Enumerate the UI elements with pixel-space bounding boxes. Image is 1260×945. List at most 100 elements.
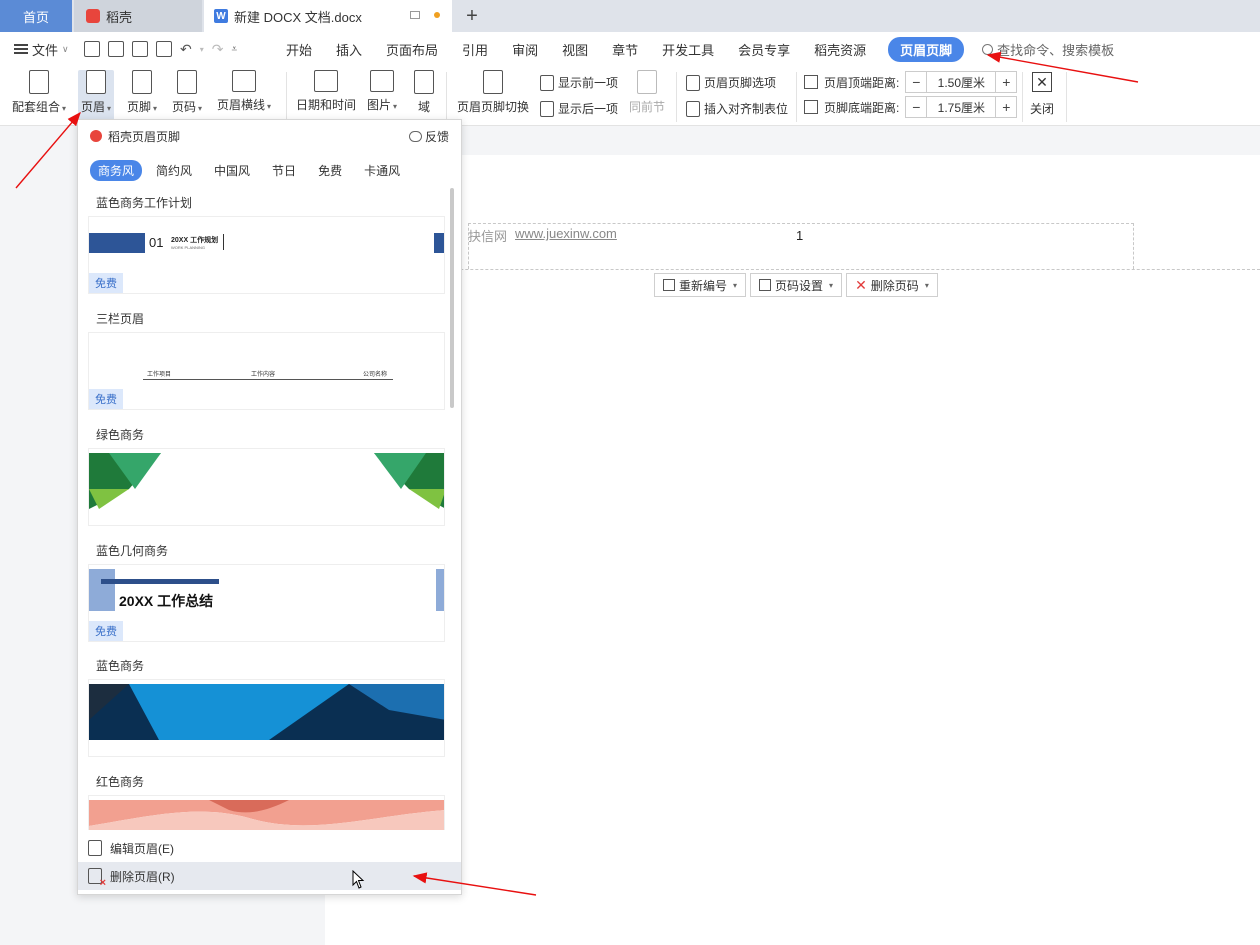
footer-distance-icon <box>804 100 818 114</box>
menu-header-footer[interactable]: 页眉页脚 <box>888 36 965 62</box>
chat-bubble-icon <box>408 131 422 142</box>
undo-icon[interactable]: ↶ <box>180 41 192 58</box>
page-number-icon <box>177 70 198 94</box>
file-menu[interactable]: 文件 ∨ <box>0 40 84 59</box>
header-footer-options-button[interactable]: 页眉页脚选项 <box>686 74 776 91</box>
template-categories: 商务风 简约风 中国风 节日 免费 卡通风 <box>90 160 408 181</box>
template-thumbnail[interactable] <box>88 679 445 757</box>
header-distance-stepper[interactable]: − 1.50厘米 + <box>905 71 1018 93</box>
menu-section[interactable]: 章节 <box>600 40 650 59</box>
page-number-button[interactable]: 页码 ▾ <box>172 70 202 115</box>
delete-header-menu-item[interactable]: 删除页眉(R) <box>78 862 461 890</box>
category-cartoon[interactable]: 卡通风 <box>356 160 408 181</box>
field-button[interactable]: 域 <box>414 70 434 115</box>
blue-geometric-art <box>89 684 444 740</box>
footer-button[interactable]: 页脚 ▾ <box>127 70 157 115</box>
decrease-button[interactable]: − <box>906 72 926 92</box>
show-next-button[interactable]: 显示后一项 <box>540 100 618 117</box>
category-simple[interactable]: 简约风 <box>148 160 200 181</box>
ribbon-separator <box>446 72 447 122</box>
search-placeholder: 查找命令、搜索模板 <box>997 42 1115 58</box>
page-number-setup-button[interactable]: 页码设置 ▾ <box>750 273 843 297</box>
close-header-footer-button[interactable]: ✕ 关闭 <box>1030 72 1054 117</box>
redo-icon[interactable]: ↷ <box>212 41 224 58</box>
document-tab-title: 新建 DOCX 文档.docx <box>234 9 362 25</box>
insert-align-tab-button[interactable]: 插入对齐制表位 <box>686 100 788 117</box>
template-thumbnail[interactable] <box>88 795 445 830</box>
menu-member[interactable]: 会员专享 <box>726 40 802 59</box>
template-title: 绿色商务 <box>96 428 145 442</box>
footer-distance-value[interactable]: 1.75厘米 <box>926 97 997 117</box>
print-preview-icon[interactable] <box>156 41 172 57</box>
template-thumbnail[interactable]: 20XX 工作总结 免费 <box>88 564 445 642</box>
category-chinese[interactable]: 中国风 <box>206 160 258 181</box>
ribbon-separator <box>676 72 677 122</box>
watermark-text: 抉信网 <box>468 229 508 244</box>
renumber-button[interactable]: 重新编号 ▾ <box>654 273 747 297</box>
print-icon[interactable] <box>132 41 148 57</box>
picture-button[interactable]: 图片 ▾ <box>367 70 397 113</box>
customize-icon[interactable]: ⩡ <box>231 44 237 55</box>
delete-document-icon <box>88 868 106 889</box>
green-geometric-art <box>89 453 444 509</box>
search-icon <box>982 43 994 55</box>
show-previous-icon <box>540 74 554 91</box>
save-icon[interactable] <box>84 41 100 57</box>
calendar-icon <box>314 70 338 92</box>
feedback-button[interactable]: 反馈 <box>408 128 449 145</box>
category-business[interactable]: 商务风 <box>90 160 143 181</box>
tab-document[interactable]: W 新建 DOCX 文档.docx <box>204 0 452 32</box>
menu-start[interactable]: 开始 <box>274 40 324 59</box>
free-badge: 免费 <box>89 621 123 641</box>
header-button[interactable]: 页眉 ▾ <box>78 70 115 124</box>
increase-button[interactable]: + <box>996 97 1016 117</box>
daoke-logo-icon <box>86 9 100 23</box>
category-festival[interactable]: 节日 <box>264 160 304 181</box>
combo-button[interactable]: 配套组合 ▾ <box>12 70 66 115</box>
menu-review[interactable]: 审阅 <box>500 40 550 59</box>
switch-header-footer-button[interactable]: 页眉页脚切换 <box>457 70 529 115</box>
options-icon <box>686 74 700 91</box>
footer-distance-stepper[interactable]: − 1.75厘米 + <box>905 96 1018 118</box>
mouse-cursor-icon <box>352 870 365 889</box>
date-time-button[interactable]: 日期和时间 <box>296 70 356 113</box>
template-thumbnail[interactable]: 工作项目 工作内容 公司名称 免费 <box>88 332 445 410</box>
edit-header-menu-item[interactable]: 编辑页眉(E) <box>78 834 461 862</box>
undo-dropdown-icon[interactable]: ▾ <box>200 45 204 54</box>
category-free[interactable]: 免费 <box>310 160 350 181</box>
menu-bar: 文件 ∨ ↶ ▾ ↷ ⩡ 开始 插入 页面布局 引用 审阅 视图 章节 开发工具… <box>0 32 1260 66</box>
menu-layout[interactable]: 页面布局 <box>374 40 450 59</box>
export-icon[interactable] <box>108 41 124 57</box>
dropdown-header: 稻壳页眉页脚 反馈 <box>78 120 461 152</box>
edit-document-icon <box>88 840 102 856</box>
renumber-icon <box>663 279 675 291</box>
page-number[interactable]: 1 <box>796 228 803 243</box>
decrease-button[interactable]: − <box>906 97 926 117</box>
menu-insert[interactable]: 插入 <box>324 40 374 59</box>
menu-view[interactable]: 视图 <box>550 40 600 59</box>
tab-home[interactable]: 首页 <box>0 0 72 32</box>
increase-button[interactable]: + <box>996 72 1016 92</box>
show-next-icon <box>540 100 554 117</box>
header-line-icon <box>232 70 257 92</box>
template-thumbnail[interactable]: 01 20XX 工作规划 WORK PLANNING 免费 <box>88 216 445 294</box>
ribbon-separator <box>1066 72 1067 122</box>
menu-daoke-resources[interactable]: 稻壳资源 <box>802 40 878 59</box>
writer-logo-icon: W <box>214 9 228 23</box>
template-title: 蓝色商务工作计划 <box>96 196 193 210</box>
header-line-button[interactable]: 页眉横线 ▾ <box>217 70 271 113</box>
monitor-icon[interactable] <box>410 11 420 19</box>
delete-page-number-button[interactable]: ✕ 删除页码 ▾ <box>846 273 938 297</box>
template-title: 蓝色商务 <box>96 659 145 673</box>
menu-developer[interactable]: 开发工具 <box>650 40 726 59</box>
header-distance-value[interactable]: 1.50厘米 <box>926 72 997 92</box>
same-as-previous-icon <box>637 70 657 94</box>
show-previous-button[interactable]: 显示前一项 <box>540 74 618 91</box>
header-dropdown-panel: 稻壳页眉页脚 反馈 商务风 简约风 中国风 节日 免费 卡通风 蓝色商务工作计划… <box>77 119 462 895</box>
template-thumbnail[interactable] <box>88 448 445 526</box>
tab-daoke[interactable]: 稻壳 <box>74 0 202 32</box>
add-tab-button[interactable]: + <box>460 0 484 32</box>
menu-references[interactable]: 引用 <box>450 40 500 59</box>
command-search[interactable]: 查找命令、搜索模板 <box>982 40 1114 59</box>
same-as-previous-button[interactable]: 同前节 <box>629 70 665 115</box>
